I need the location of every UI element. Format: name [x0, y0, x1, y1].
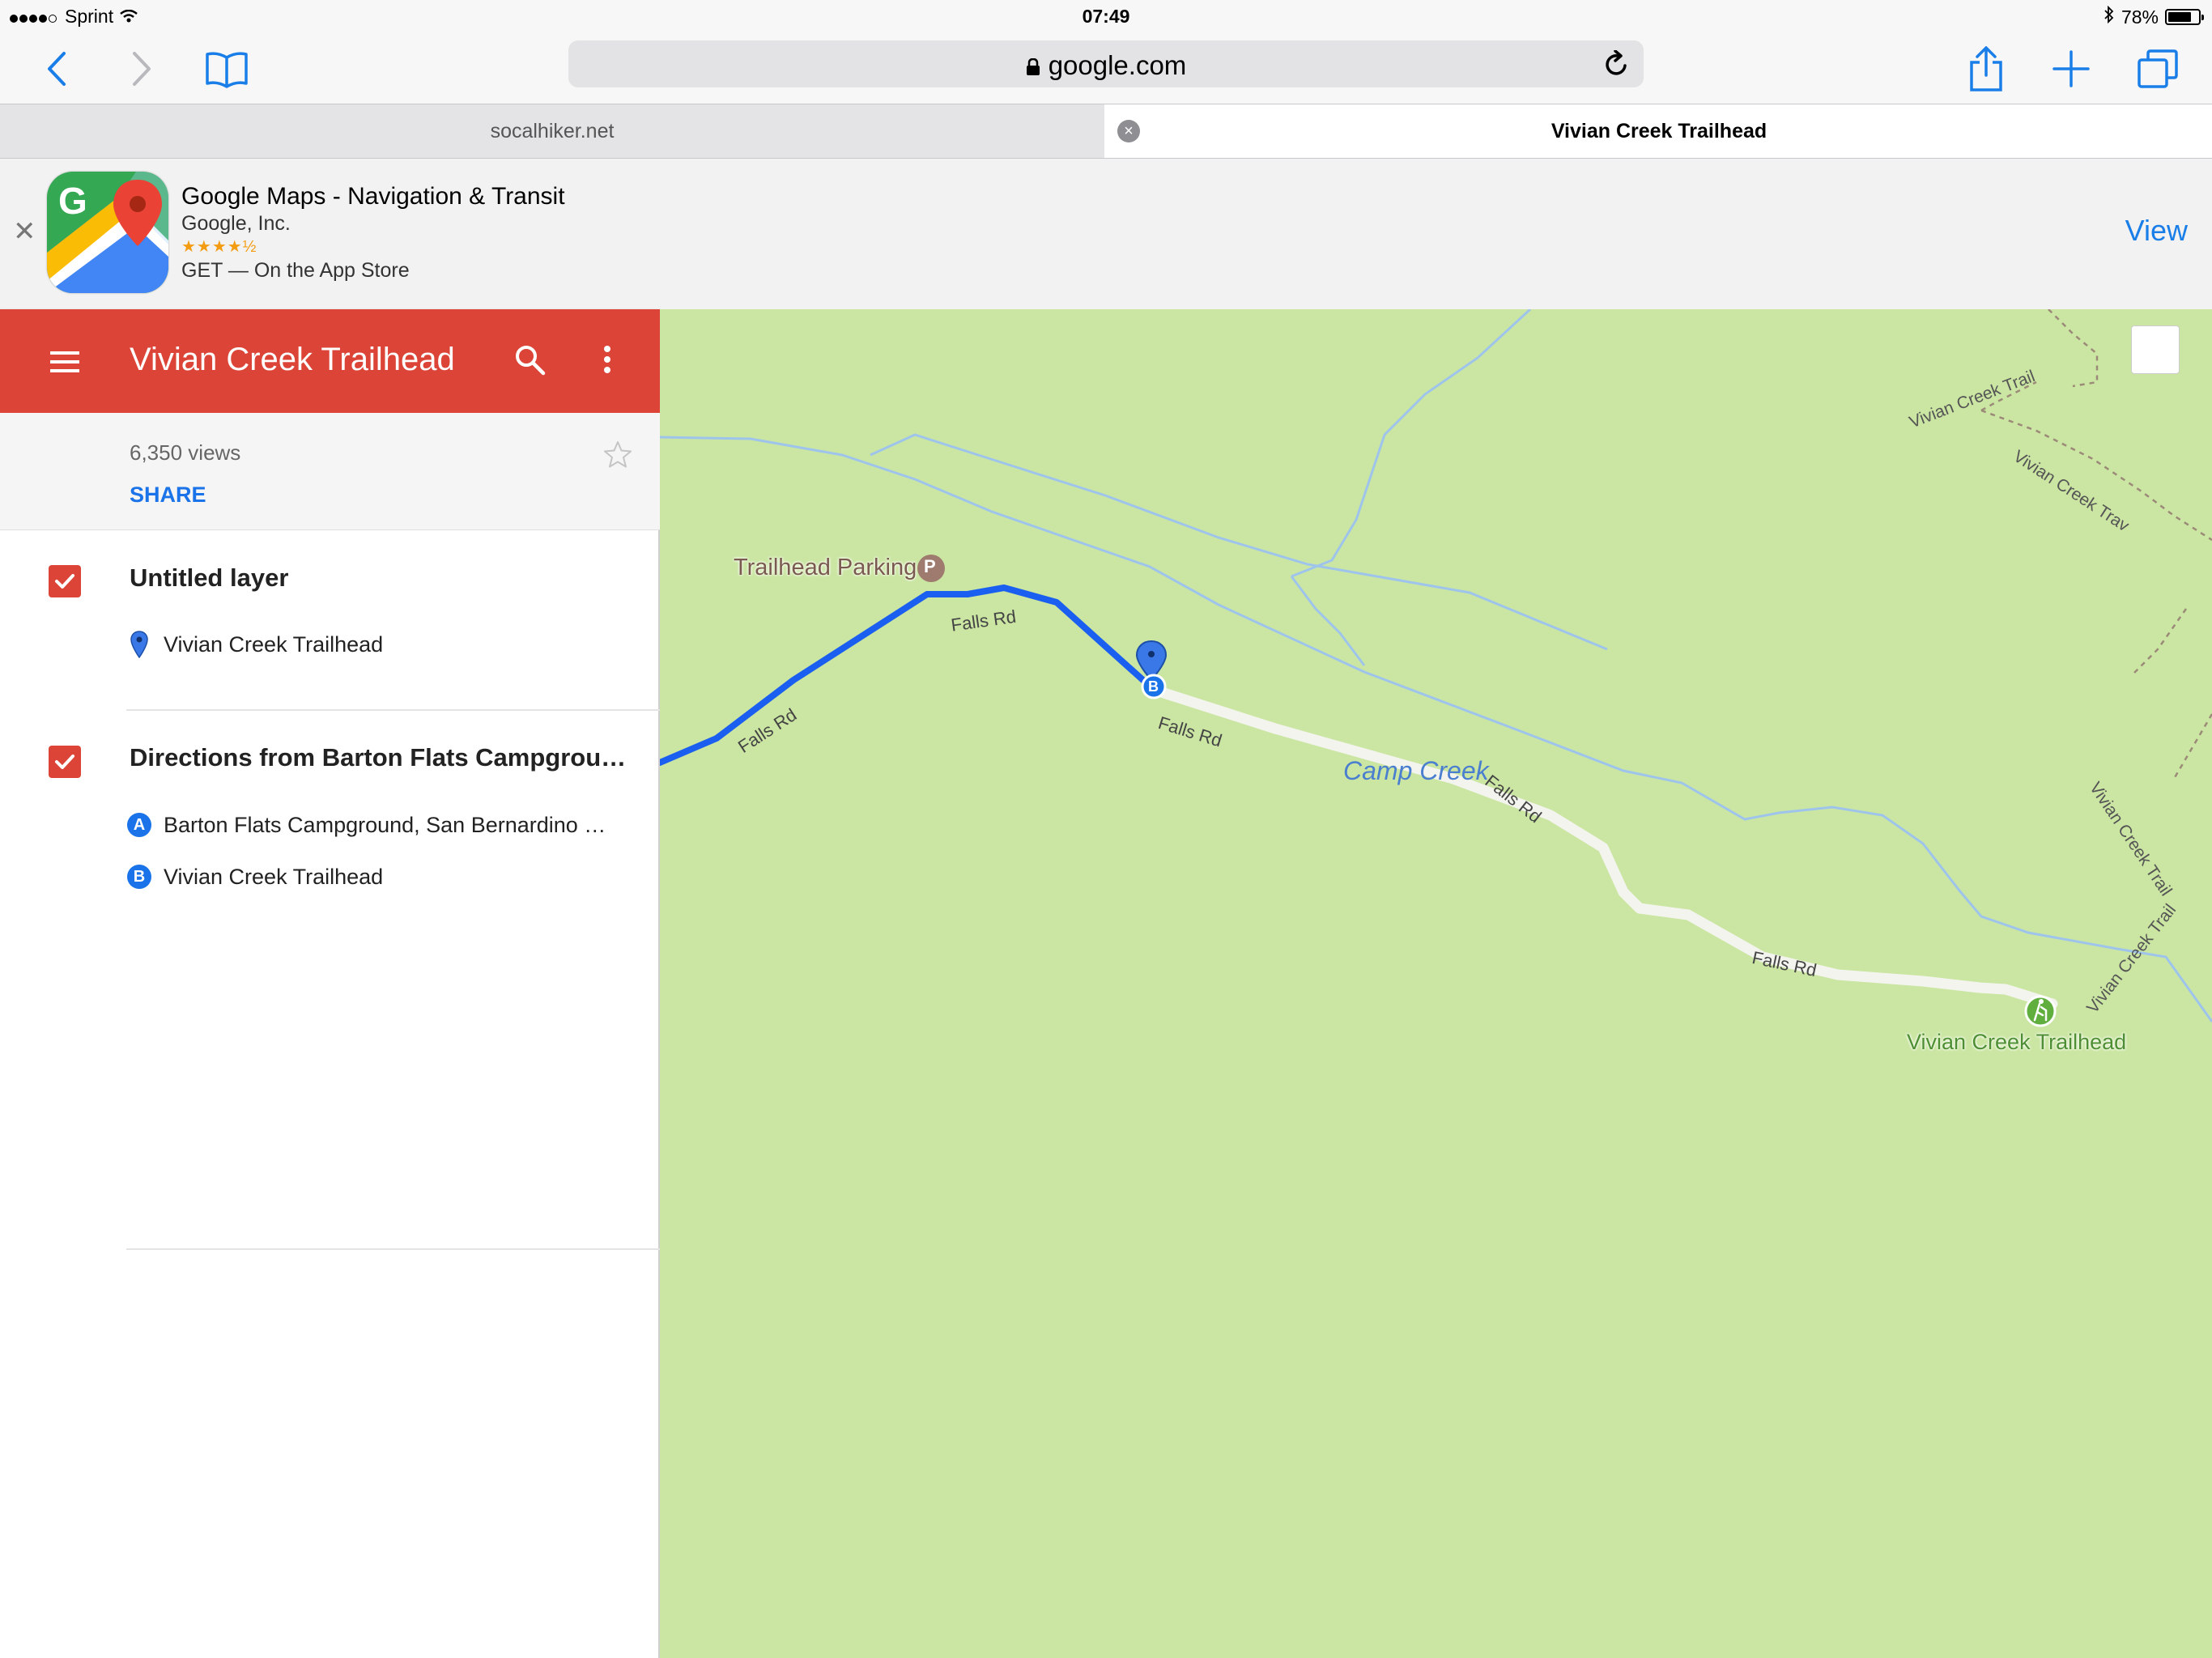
app-developer: Google, Inc. [181, 212, 291, 235]
list-item[interactable]: A Barton Flats Campground, San Bernardin… [127, 807, 606, 843]
app-get-text: GET — On the App Store [181, 259, 410, 282]
checkmark-icon [55, 755, 74, 769]
road-line [1148, 684, 2058, 1010]
battery-percent: 78% [2121, 6, 2159, 28]
google-maps-app-icon: G [47, 172, 168, 293]
url-text: google.com [568, 50, 1644, 81]
hiker-icon [2024, 995, 2057, 1027]
tabs-button[interactable] [2129, 40, 2186, 97]
banner-close-icon[interactable]: ✕ [13, 215, 36, 248]
tab-strip: socalhiker.net Vivian Creek Trailhead × [0, 104, 2212, 159]
book-icon [206, 52, 248, 88]
share-link[interactable]: SHARE [130, 483, 206, 508]
panel-header: Vivian Creek Trailhead [0, 309, 660, 413]
marker-b-letter: B [1148, 678, 1159, 695]
map-pin-icon [126, 631, 152, 658]
route-line [660, 585, 1157, 766]
divider [126, 1248, 660, 1250]
map-stats: 6,350 views SHARE [0, 413, 660, 530]
bookmarks-button[interactable] [198, 40, 255, 97]
more-options-icon[interactable] [602, 345, 612, 378]
chevron-left-icon [48, 52, 66, 86]
waypoint-b-badge: B [127, 865, 151, 889]
creek-line [1290, 576, 1366, 666]
status-time: 07:49 [1082, 6, 1130, 27]
layer-checkbox[interactable] [49, 746, 81, 778]
reload-button[interactable] [1603, 49, 1629, 82]
vivian-creek-trailhead-label: Vivian Creek Trailhead [1907, 1030, 2127, 1054]
trail-line [2133, 608, 2188, 674]
smart-app-banner: ✕ G Google Maps - Navigation & Transit G… [0, 159, 2212, 310]
view-count: 6,350 views [130, 440, 241, 465]
share-button[interactable] [1958, 40, 2014, 97]
layer-checkbox[interactable] [49, 565, 81, 597]
share-icon [1970, 46, 2002, 91]
app-name: Google Maps - Navigation & Transit [181, 183, 565, 210]
svg-text:G: G [58, 180, 87, 222]
battery-fill [2168, 12, 2191, 22]
item-label: Vivian Creek Trailhead [164, 864, 384, 889]
reload-icon [1606, 49, 1627, 75]
panel-title: Vivian Creek Trailhead [130, 342, 455, 377]
divider [126, 709, 660, 711]
hamburger-menu-icon[interactable] [50, 351, 79, 376]
trail-line [2172, 713, 2212, 780]
app-rating-stars: ★★★★½ [181, 238, 257, 256]
plus-icon [2052, 50, 2090, 87]
search-icon[interactable] [515, 345, 546, 380]
tab-socalhiker[interactable]: socalhiker.net [0, 104, 1104, 158]
trailhead-parking-label: Trailhead Parking [734, 555, 917, 580]
layer-title: Untitled layer [130, 563, 289, 592]
map-graphics [660, 309, 2212, 1027]
browser-toolbar: google.com [0, 34, 2212, 104]
parking-badge-letter: P [924, 556, 936, 576]
list-item[interactable]: Vivian Creek Trailhead [130, 627, 383, 662]
trail-line [1980, 409, 2212, 542]
bluetooth-icon [2104, 5, 2115, 28]
waypoint-a-badge: A [127, 813, 151, 837]
chevron-right-icon [133, 52, 151, 86]
camp-creek-label: Camp Creek [1343, 756, 1489, 785]
layer-title: Directions from Barton Flats Campgrou… [130, 743, 627, 772]
map-canvas[interactable]: Trailhead Parking P Camp Creek Falls Rd … [660, 309, 2212, 1658]
map-side-panel: Vivian Creek Trailhead 6,350 views SHARE… [0, 309, 660, 1658]
creek-line [660, 436, 2212, 1022]
lock-icon [1026, 52, 1040, 75]
creek-line [1291, 309, 1532, 578]
status-right: 78% [2104, 5, 2204, 28]
checkmark-icon [55, 574, 74, 589]
map-layers-button[interactable] [2131, 325, 2180, 374]
view-button[interactable]: View [2125, 214, 2188, 248]
star-icon[interactable] [603, 440, 632, 472]
item-label: Vivian Creek Trailhead [164, 631, 384, 657]
forward-button[interactable] [113, 40, 170, 97]
new-tab-button[interactable] [2043, 40, 2099, 97]
url-domain: google.com [1048, 50, 1187, 80]
tab-vivian-creek[interactable]: Vivian Creek Trailhead [1106, 104, 2212, 158]
trail-line [2048, 309, 2099, 388]
item-label: Barton Flats Campground, San Bernardino … [164, 812, 606, 837]
battery-icon [2165, 9, 2204, 25]
back-button[interactable] [28, 40, 85, 97]
tabs-icon [2138, 49, 2178, 88]
list-item[interactable]: B Vivian Creek Trailhead [127, 859, 384, 895]
address-bar[interactable]: google.com [568, 40, 1644, 87]
tab-close-icon[interactable]: × [1117, 120, 1140, 142]
status-bar: Sprint 07:49 78% [0, 0, 2212, 34]
